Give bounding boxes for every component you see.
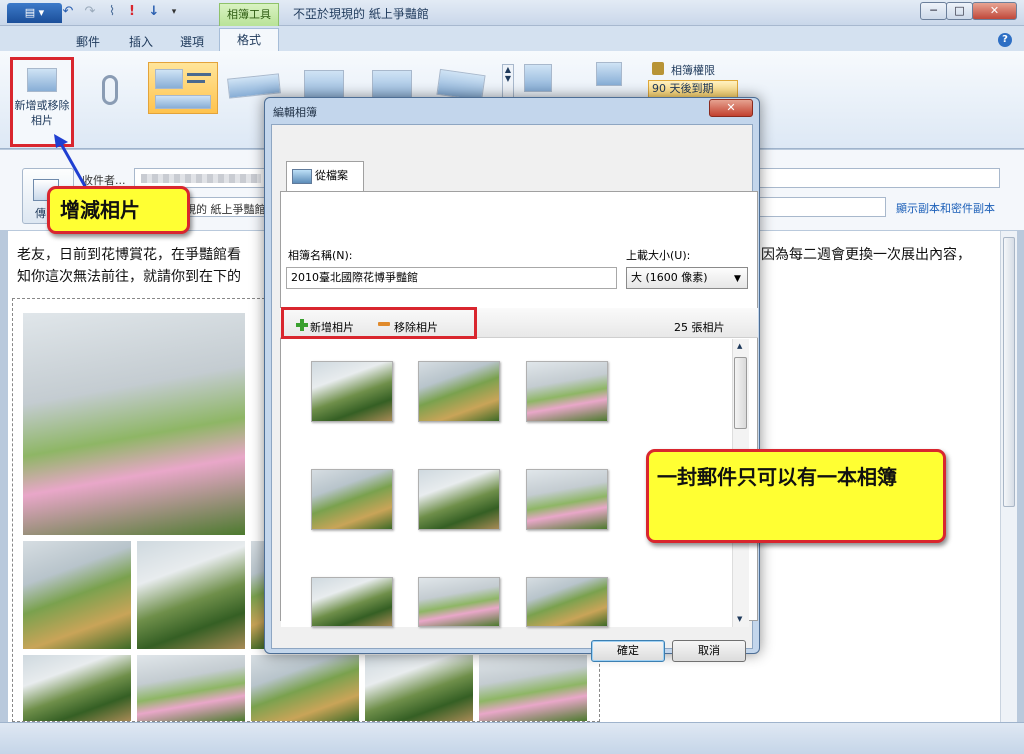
context-tab-album-tools: 相簿工具 bbox=[219, 3, 279, 26]
from-file-icon bbox=[292, 169, 312, 184]
thumbnail[interactable] bbox=[311, 577, 393, 627]
ribbon-tab-row bbox=[0, 26, 1024, 51]
tab-mail[interactable]: 郵件 bbox=[76, 33, 100, 50]
photo-size-icon[interactable] bbox=[596, 62, 622, 86]
album-photo bbox=[23, 541, 131, 649]
album-name-label: 相簿名稱(N): bbox=[288, 249, 353, 262]
scroll-down-icon[interactable]: ▼ bbox=[737, 615, 742, 623]
high-importance-icon[interactable]: ! bbox=[124, 4, 140, 20]
thumbnail[interactable] bbox=[418, 577, 500, 627]
album-photo bbox=[137, 655, 245, 721]
tab-insert[interactable]: 插入 bbox=[129, 33, 153, 50]
redo-icon[interactable]: ↷ bbox=[82, 4, 98, 20]
album-photo bbox=[251, 541, 265, 649]
dialog-scroll-thumb[interactable] bbox=[734, 357, 747, 429]
undo-icon[interactable]: ↶ bbox=[60, 4, 76, 20]
status-bar bbox=[0, 722, 1024, 754]
customize-qat-icon[interactable]: ▾ bbox=[166, 4, 182, 20]
album-theme-icon[interactable] bbox=[524, 64, 552, 92]
edit-album-dialog: 編輯相簿 ✕ 從檔案 相簿名稱(N): 上載大小(U): 2010臺北國際花博爭… bbox=[264, 97, 760, 662]
annotation-arrow bbox=[54, 134, 88, 189]
layout-strip-icon bbox=[155, 95, 211, 109]
lock-icon bbox=[652, 62, 664, 75]
low-importance-icon[interactable]: ↓ bbox=[146, 4, 162, 20]
upload-size-select[interactable]: 大 (1600 像素) bbox=[626, 267, 748, 289]
chevron-down-icon: ▼ bbox=[734, 274, 741, 284]
album-photo bbox=[23, 655, 131, 721]
photo-icon bbox=[27, 68, 57, 92]
body-line-2: 知你這次無法前往，就請你到在下的 bbox=[17, 269, 241, 285]
show-cc-bcc-link[interactable]: 顯示副本和密件副本 bbox=[896, 200, 995, 216]
window-title: 不亞於現現的 紙上爭豔館 bbox=[293, 7, 429, 21]
redacted-recipient bbox=[141, 174, 261, 183]
album-name-input[interactable]: 2010臺北國際花博爭豔館 bbox=[286, 267, 617, 289]
body-line-1: 老友，日前到花博賞花，在爭豔館看 bbox=[17, 247, 241, 263]
layout-preview-icon bbox=[227, 73, 281, 99]
file-menu-button[interactable]: ▤ ▾ bbox=[7, 3, 62, 23]
album-main-photo bbox=[23, 313, 245, 535]
tab-options[interactable]: 選項 bbox=[180, 33, 204, 50]
layout-line-icon bbox=[187, 73, 211, 76]
album-photo bbox=[479, 655, 587, 721]
dialog-client: 從檔案 相簿名稱(N): 上載大小(U): 2010臺北國際花博爭豔館 大 (1… bbox=[271, 124, 758, 662]
highlight-box bbox=[281, 307, 477, 339]
minimize-button[interactable]: ─ bbox=[920, 2, 947, 20]
ok-button[interactable]: 確定 bbox=[591, 640, 665, 662]
dialog-title: 編輯相簿 bbox=[273, 106, 317, 119]
album-photo bbox=[251, 655, 359, 721]
paperclip-icon[interactable] bbox=[102, 75, 118, 105]
scroll-up-icon[interactable]: ▲ bbox=[737, 342, 742, 350]
help-icon[interactable]: ? bbox=[998, 33, 1012, 47]
album-photo bbox=[365, 655, 473, 721]
thumbnail[interactable] bbox=[311, 469, 393, 530]
expiry-button[interactable]: 90 天後到期 bbox=[648, 80, 738, 98]
add-remove-photos-label: 新增或移除相片 bbox=[14, 99, 70, 127]
send-label: 傳 bbox=[35, 207, 46, 220]
album-permission-button[interactable]: 相簿權限 bbox=[671, 62, 715, 78]
layout-line-icon bbox=[187, 80, 205, 83]
body-scrollbar[interactable] bbox=[1000, 231, 1017, 722]
body-scroll-thumb[interactable] bbox=[1003, 237, 1015, 507]
album-photo bbox=[137, 541, 245, 649]
thumbnail[interactable] bbox=[526, 469, 608, 530]
thumbnail[interactable] bbox=[526, 361, 608, 422]
thumbnail[interactable] bbox=[418, 469, 500, 530]
photo-count: 25 張相片 bbox=[674, 321, 725, 334]
upload-size-label: 上載大小(U): bbox=[626, 249, 691, 262]
dialog-close-button[interactable]: ✕ bbox=[709, 99, 753, 117]
close-window-button[interactable]: ✕ bbox=[972, 2, 1017, 20]
maximize-button[interactable]: □ bbox=[946, 2, 973, 20]
callout-one-album: 一封郵件只可以有一本相簿 bbox=[646, 449, 946, 543]
thumbnail[interactable] bbox=[311, 361, 393, 422]
layout-photo-icon bbox=[155, 69, 183, 89]
callout-add-remove: 增減相片 bbox=[47, 186, 190, 234]
subject-text: 現的 紙上爭豔館 bbox=[185, 203, 266, 216]
attach-icon[interactable]: ⌇ bbox=[104, 4, 120, 20]
body-line-1-end: 因為每二週會更換一次展出內容， bbox=[761, 247, 971, 263]
thumbnail[interactable] bbox=[526, 577, 608, 627]
thumbnail[interactable] bbox=[418, 361, 500, 422]
tab-format[interactable]: 格式 bbox=[219, 28, 279, 52]
layout-selected[interactable] bbox=[148, 62, 218, 114]
cancel-button[interactable]: 取消 bbox=[672, 640, 746, 662]
